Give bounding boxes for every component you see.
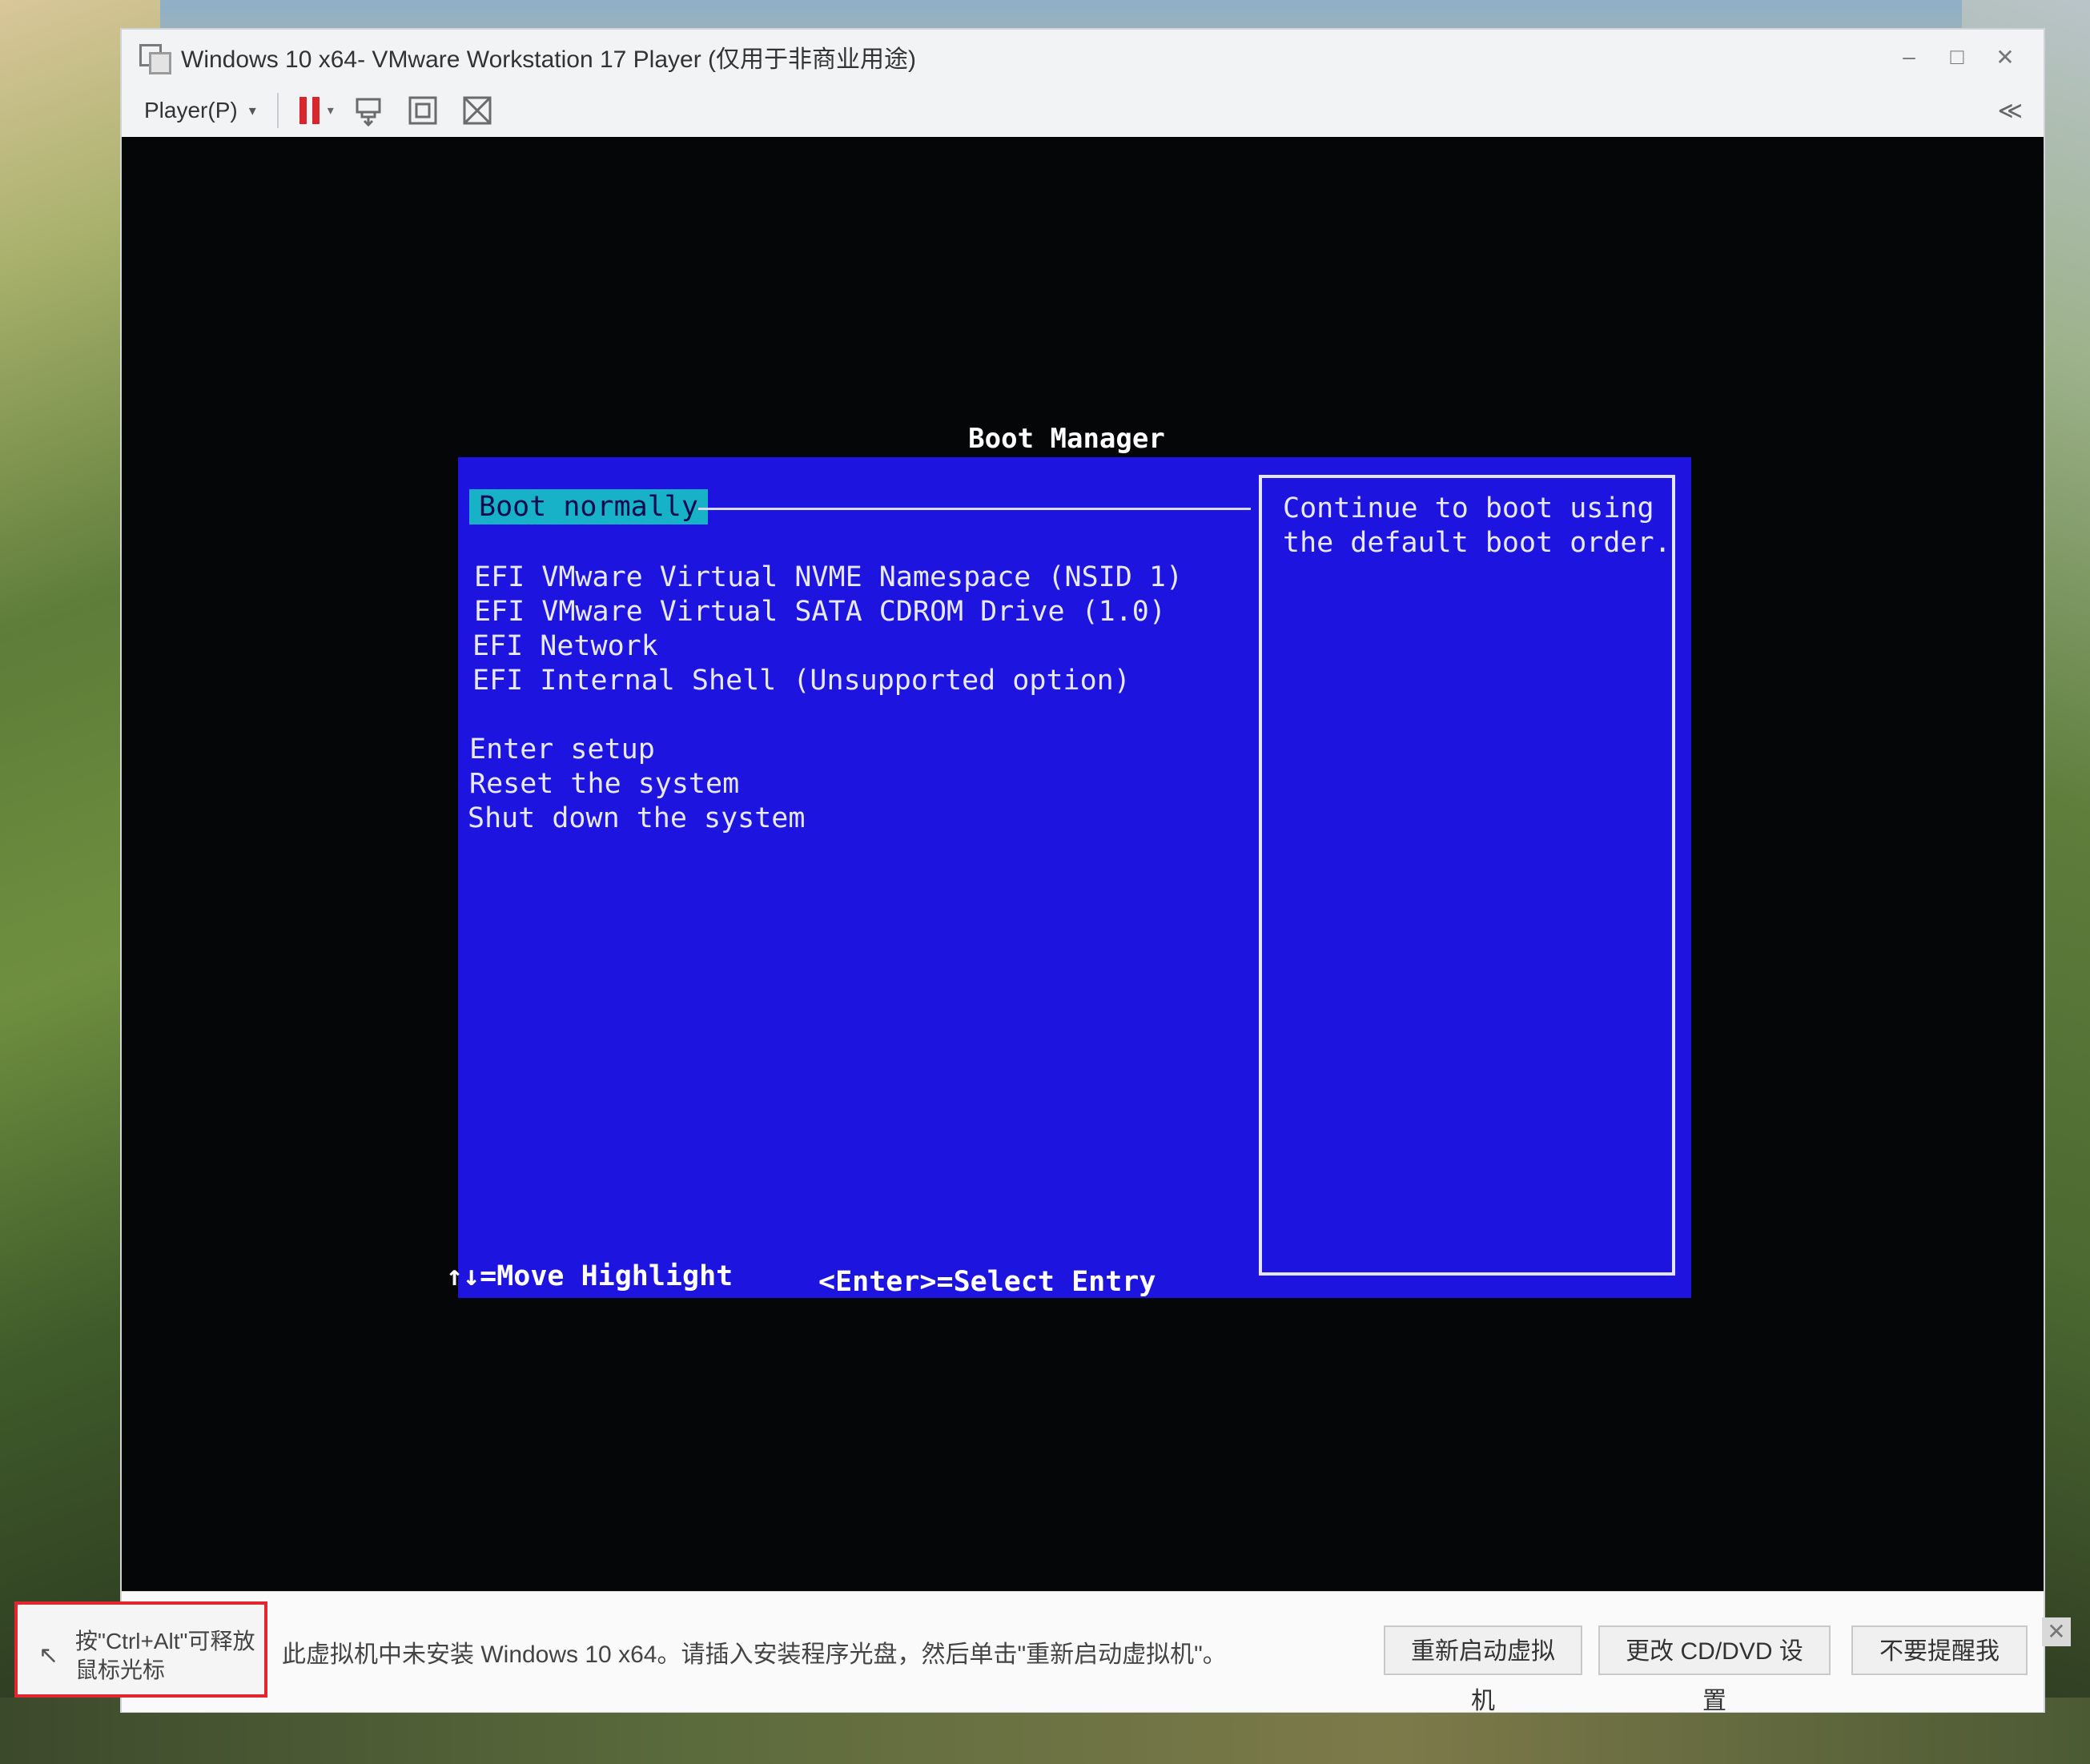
selection-divider xyxy=(698,508,1251,510)
player-menu-dropdown-icon[interactable]: ▾ xyxy=(249,102,256,119)
boot-manager-title: Boot Manager xyxy=(968,423,1165,455)
minimize-button[interactable]: – xyxy=(1885,44,1933,70)
vm-display[interactable]: Boot Manager Boot normally EFI VMware Vi… xyxy=(122,137,2044,1591)
boot-option[interactable]: EFI Internal Shell (Unsupported option) xyxy=(472,665,1131,697)
boot-option[interactable]: EFI Network xyxy=(472,630,658,662)
pause-dropdown-icon[interactable]: ▾ xyxy=(328,102,334,119)
boot-option[interactable]: EFI VMware Virtual SATA CDROM Drive (1.0… xyxy=(474,596,1166,628)
fit-screen-icon[interactable] xyxy=(406,94,440,127)
boot-option-selected[interactable]: Boot normally xyxy=(469,489,708,524)
notice-close-icon[interactable]: ✕ xyxy=(2042,1617,2071,1646)
boot-option[interactable]: Reset the system xyxy=(469,768,739,800)
mouse-cursor-icon: ↖ xyxy=(38,1642,59,1669)
vmware-app-icon xyxy=(138,41,171,74)
do-not-remind-button[interactable]: 不要提醒我 xyxy=(1851,1625,2028,1675)
title-bar: Windows 10 x64- VMware Workstation 17 Pl… xyxy=(122,30,2044,84)
collapse-toolbar-icon[interactable]: ≪ xyxy=(1998,97,2023,125)
boot-manager-panel: Boot normally EFI VMware Virtual NVME Na… xyxy=(458,457,1691,1298)
release-cursor-hint: ↖ 按"Ctrl+Alt"可释放鼠标光标 xyxy=(14,1601,267,1698)
window-title: Windows 10 x64- VMware Workstation 17 Pl… xyxy=(181,46,917,73)
pause-icon[interactable] xyxy=(299,97,320,124)
release-cursor-text: 按"Ctrl+Alt"可释放鼠标光标 xyxy=(75,1629,255,1682)
help-text-line: the default boot order. xyxy=(1283,527,1671,559)
change-cd-dvd-button[interactable]: 更改 CD/DVD 设置 xyxy=(1598,1625,1831,1714)
install-notice-message: 此虚拟机中未安装 Windows 10 x64。请插入安装程序光盘，然后单击"重… xyxy=(282,1641,1227,1668)
install-notice-bar: ↖ 按"Ctrl+Alt"可释放鼠标光标 此虚拟机中未安装 Windows 10… xyxy=(14,1591,2071,1714)
toolbar: Player(P) ▾ ▾ ≪ xyxy=(122,84,2044,138)
unity-icon[interactable] xyxy=(460,94,494,127)
send-ctrl-alt-del-icon[interactable] xyxy=(352,94,385,127)
window-controls: – □ ✕ xyxy=(1885,30,2029,84)
vmware-player-window: Windows 10 x64- VMware Workstation 17 Pl… xyxy=(14,28,2071,1714)
maximize-button[interactable]: □ xyxy=(1933,44,1981,70)
boot-option[interactable]: Shut down the system xyxy=(468,802,805,834)
toolbar-separator xyxy=(276,93,279,128)
help-text-line: Continue to boot using xyxy=(1283,492,1654,524)
boot-option[interactable]: Enter setup xyxy=(469,733,655,765)
footer-move-hint: ↑↓=Move Highlight xyxy=(446,1260,734,1292)
restart-vm-button[interactable]: 重新启动虚拟机 xyxy=(1384,1625,1582,1714)
help-box: Continue to boot using the default boot … xyxy=(1259,475,1675,1276)
boot-option[interactable]: EFI VMware Virtual NVME Namespace (NSID … xyxy=(474,561,1183,593)
player-menu[interactable]: Player(P) xyxy=(144,98,238,123)
footer-select-hint: <Enter>=Select Entry xyxy=(818,1266,1156,1298)
close-button[interactable]: ✕ xyxy=(1981,44,2029,70)
